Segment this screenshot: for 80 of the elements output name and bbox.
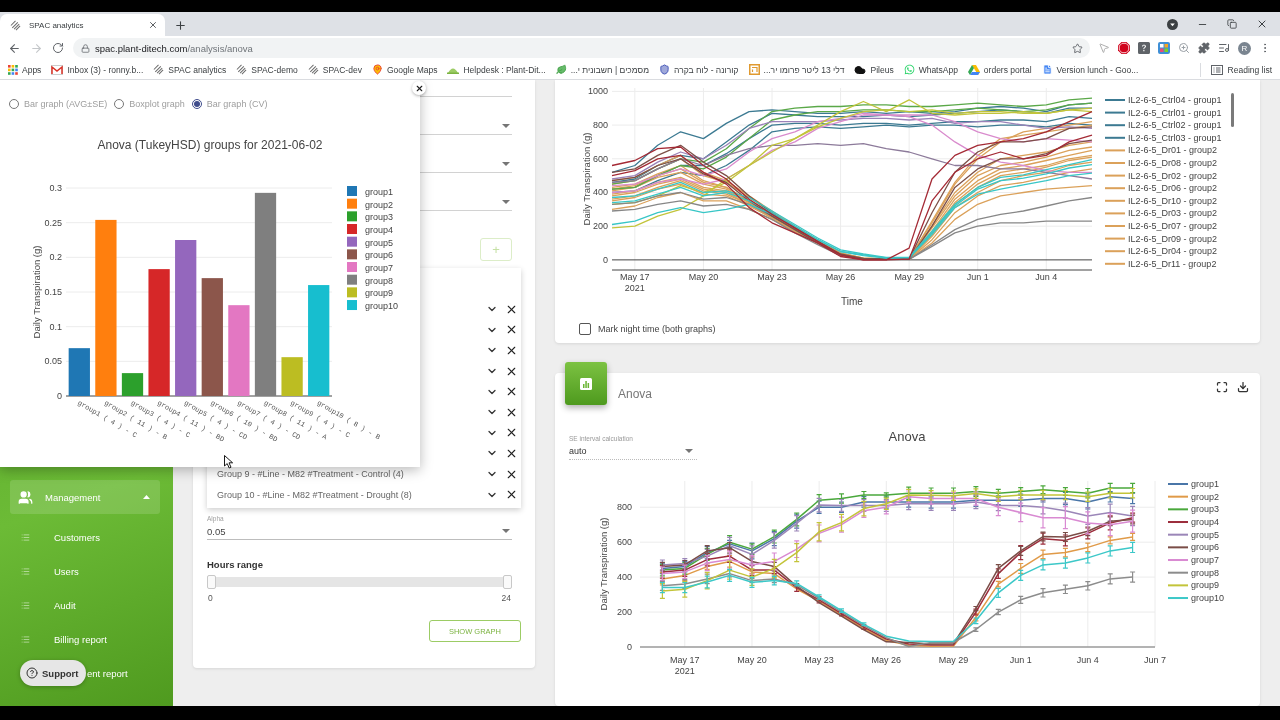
axis-tick-label: 0 (57, 391, 62, 401)
chart-title: Anova (888, 429, 926, 444)
axis-tick-label: May 26 (825, 272, 856, 282)
slider-max-label: 24 (501, 593, 511, 603)
legend-label: group10 (365, 301, 399, 312)
axis-tick-label: 1000 (587, 86, 608, 97)
legend-label: IL2-6-5_Dr02 - group2 (1128, 170, 1218, 181)
axis-tick-label: May 23 (804, 655, 834, 665)
axis-tick-label: May 20 (688, 272, 719, 282)
legend-label: IL2-6-5_Dr07 - group2 (1128, 221, 1218, 231)
axis-tick-label: May 20 (737, 655, 767, 665)
legend-label: group3 (1191, 504, 1220, 515)
legend-label: IL2-6-5_Dr01 - group2 (1128, 145, 1218, 156)
axis-tick-label: 400 (592, 187, 608, 198)
checkbox-label: Mark night time (both graphs) (598, 324, 716, 334)
axis-tick-label: 200 (592, 221, 608, 232)
legend-label: group9 (365, 288, 394, 299)
axis-tick-label: May 23 (757, 272, 787, 282)
legend-label: group8 (1191, 567, 1220, 578)
legend-label: group5 (1191, 529, 1220, 540)
axis-tick-label: Jun 4 (1035, 272, 1058, 282)
card-title: Anova (618, 387, 653, 401)
legend-label: group7 (1191, 555, 1220, 565)
axis-tick-label: Jun 1 (1009, 655, 1032, 665)
group-label: Group 9 - #Line - M82 #Treatment - Control (4) (217, 469, 405, 480)
axis-tick-label: 0.3 (49, 183, 62, 193)
axis-tick-label: May 29 (894, 272, 924, 282)
legend-label: group1 (365, 187, 394, 197)
axis-tick-label: 0.05 (44, 356, 62, 367)
axis-tick-label: 400 (616, 572, 632, 583)
axis-tick-label: May 29 (938, 655, 969, 665)
axis-tick-label: 0.15 (44, 287, 62, 297)
legend-label: group2 (1191, 491, 1220, 502)
axis-tick-label: 200 (616, 607, 632, 618)
axis-tick-label: 0.25 (44, 217, 62, 228)
axis-tick-label: Jun 1 (966, 272, 989, 282)
legend-label: IL2-6-5_Dr10 - group2 (1128, 195, 1218, 206)
axis-tick-label: May 17 2021 (620, 272, 650, 293)
legend-label: group6 (1191, 542, 1220, 553)
axis-tick-label: May 26 (871, 655, 902, 665)
legend-label: group7 (365, 263, 394, 273)
legend-label: group1 (1191, 479, 1220, 489)
axis-title: Daily Transpiration (g) (597, 517, 609, 611)
legend-label: group9 (1191, 580, 1220, 591)
axis-tick-label: May 17 2021 (670, 655, 700, 676)
axis-tick-label: Jun 4 (1076, 655, 1099, 665)
axis-title: Daily Transpiration (g) (580, 132, 592, 226)
legend-label: IL2-6-5_Dr08 - group2 (1128, 158, 1218, 168)
axis-tick-label: 600 (592, 153, 608, 164)
axis-title: Daily Transpiration (g) (30, 245, 42, 339)
axis-tick-label: 800 (616, 502, 632, 513)
legend-label: IL2-6-5_Ctrl04 - group1 (1128, 95, 1222, 105)
legend-label: group8 (365, 275, 394, 286)
legend-label: IL2-6-5_Dr03 - group2 (1128, 208, 1218, 219)
chart-title: Anova (TukeyHSD) groups for 2021-06-02 (97, 138, 323, 152)
axis-tick-label: 600 (616, 537, 632, 548)
legend-label: group10 (1191, 593, 1225, 604)
legend-label: IL2-6-5_Ctrl01 - group1 (1128, 107, 1222, 118)
legend-label: group5 (365, 237, 394, 248)
axis-tick-label: Jun 7 (1144, 655, 1166, 665)
legend-label: group4 (365, 225, 394, 235)
slider-min-label: 0 (208, 593, 213, 603)
axis-tick-label: 0 (627, 642, 632, 652)
legend-label: IL2-6-5_Dr11 - group2 (1128, 258, 1217, 269)
axis-tick-label: 800 (592, 120, 608, 131)
legend-label: IL2-6-5_Ctrl03 - group1 (1128, 132, 1222, 143)
axis-tick-label: 0 (603, 254, 608, 265)
legend-label: group3 (365, 212, 394, 223)
field-label: Hours range (207, 559, 264, 571)
axis-title: Time (841, 296, 863, 307)
group-label: Group 10 - #Line - M82 #Treatment - Drought (8) (217, 489, 413, 500)
legend-label: group4 (1191, 517, 1220, 527)
legend-label: IL2-6-5_Dr09 - group2 (1128, 233, 1218, 244)
legend-label: IL2-6-5_Ctrl02 - group1 (1128, 120, 1222, 131)
axis-tick-label: 0.1 (49, 321, 62, 332)
legend-label: group2 (365, 199, 394, 210)
axis-tick-label: 0.2 (49, 252, 62, 263)
legend-label: IL2-6-5_Dr04 - group2 (1128, 246, 1218, 257)
legend-label: IL2-6-5_Dr06 - group2 (1128, 183, 1218, 194)
legend-label: group6 (365, 250, 394, 261)
